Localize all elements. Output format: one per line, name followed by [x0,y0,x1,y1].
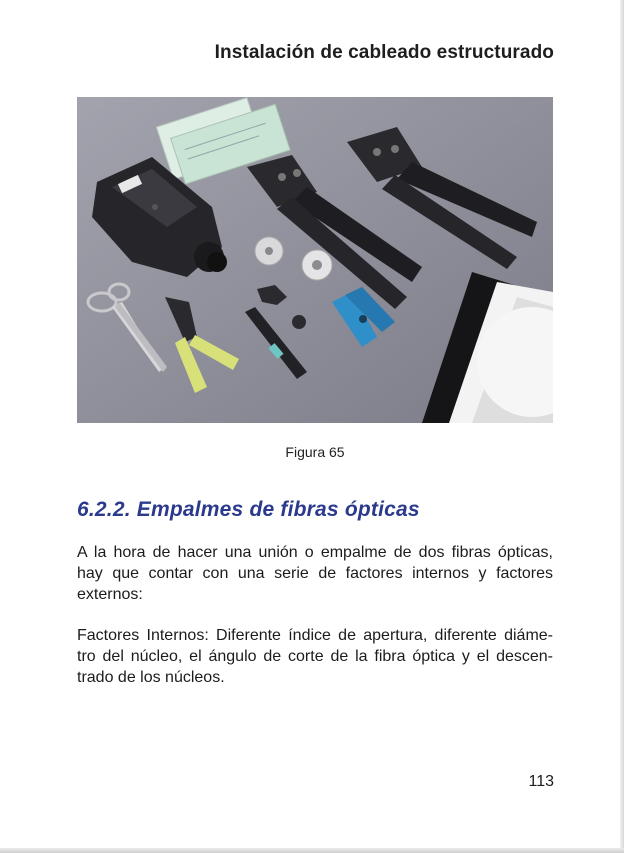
section-heading: 6.2.2. Empalmes de fibras ópticas [77,498,420,521]
paragraph-line: trado de los núcleos. [77,669,225,686]
paragraph-line: hay que contar con una serie de factores… [77,565,553,582]
paragraph-line: externos: [77,586,143,603]
paragraph-line: Factores Internos: Diferente índice de a… [77,627,553,644]
paragraph-line: tro del núcleo, el ángulo de corte de la… [77,648,553,665]
paragraph-factors-intro: A la hora de hacer una unión o empalme d… [77,542,553,605]
page-edge-shadow-bottom [0,848,624,853]
page-edge-shadow-right [620,0,624,853]
figure-photo-fiber-tools [77,97,553,423]
figure-caption: Figura 65 [285,444,345,460]
paragraph-line: A la hora de hacer una unión o empalme d… [77,544,553,561]
page-number: 113 [528,773,554,790]
paragraph-internal-factors: Factores Internos: Diferente índice de a… [77,625,553,688]
running-header: Instalación de cableado estructurado [214,42,554,63]
